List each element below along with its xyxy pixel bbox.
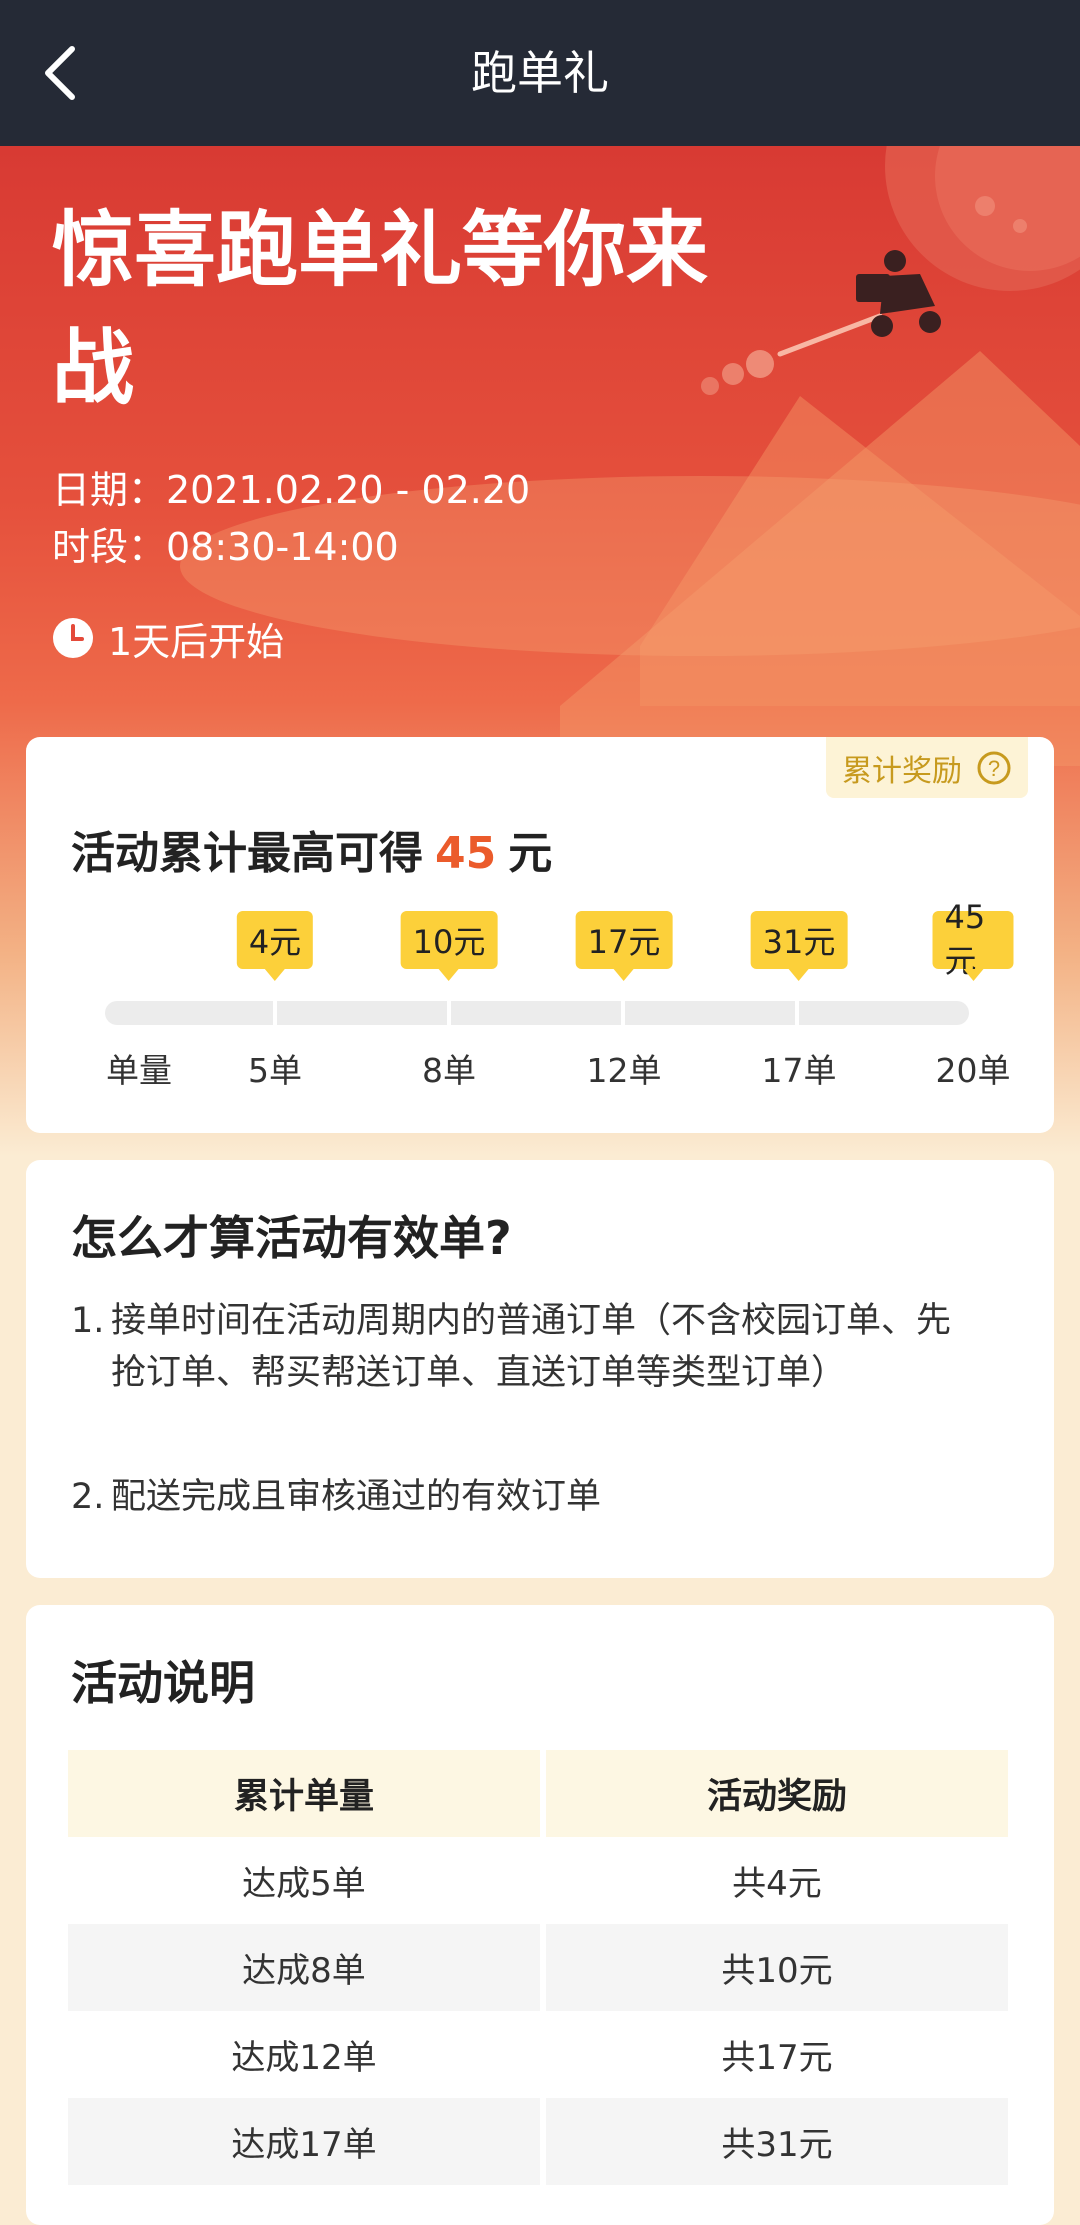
cumulative-reward-badge[interactable]: 累计奖励 ?	[826, 737, 1028, 798]
max-reward-suffix: 元	[508, 828, 553, 879]
table-cell: 达成17单	[68, 2098, 540, 2185]
table-cell: 达成5单	[242, 1864, 366, 1904]
table-cell: 共10元	[546, 1924, 1008, 2011]
milestone-orders-label: 17单	[761, 1051, 837, 1090]
milestone-reward-tag: 17元	[575, 911, 673, 981]
milestone-orders-label: 8单	[422, 1051, 476, 1090]
track-segment	[451, 1001, 621, 1025]
track-segment	[799, 1001, 969, 1025]
table-cell: 达成12单	[231, 2038, 377, 2078]
milestone-reward-tag: 4元	[236, 911, 314, 981]
valid-order-title: 怎么才算活动有效单?	[71, 1211, 512, 1265]
description-title: 活动说明	[71, 1656, 255, 1710]
milestone-reward-tag: 31元	[750, 911, 848, 981]
milestone-orders-label: 20单	[935, 1051, 1011, 1090]
table-header-cell: 累计单量	[68, 1750, 540, 1837]
max-reward-amount: 45	[435, 828, 497, 879]
max-reward-prefix: 活动累计最高可得	[71, 828, 423, 879]
table-row: 达成17单 共31元	[68, 2098, 1036, 2185]
table-cell: 达成8单	[68, 1924, 540, 2011]
milestone-reward-tag: 45元	[932, 898, 1014, 981]
valid-order-rules-card: 怎么才算活动有效单? 1. 接单时间在活动周期内的普通订单（不含校园订单、先抢订…	[26, 1160, 1054, 1578]
rule-item: 2. 配送完成且审核通过的有效订单	[71, 1471, 971, 1523]
milestone-orders-label: 12单	[586, 1051, 662, 1090]
table-header-cell: 活动奖励	[546, 1750, 1008, 1837]
nav-bar: 跑单礼	[0, 0, 1080, 146]
milestone-reward-tag: 10元	[400, 911, 498, 981]
reward-progress-card: 累计奖励 ? 活动累计最高可得 45 元 4元 10元 17元 31元 45元 单量…	[26, 737, 1054, 1133]
activity-date: 日期：2021.02.20 - 02.20	[52, 468, 531, 512]
countdown-text: 1天后开始	[108, 619, 285, 664]
activity-description-card: 活动说明 累计单量 活动奖励 达成5单 共4元 达成8单 共10元 达成12单 …	[26, 1605, 1054, 2225]
help-icon[interactable]: ?	[976, 750, 1012, 786]
reward-table: 累计单量 活动奖励 达成5单 共4元 达成8单 共10元 达成12单 共17元 …	[68, 1750, 1036, 2185]
rule-number: 1.	[71, 1301, 105, 1341]
milestone-orders-label: 5单	[248, 1051, 302, 1090]
rule-item: 1. 接单时间在活动周期内的普通订单（不含校园订单、先抢订单、帮买帮送订单、直送…	[71, 1295, 971, 1399]
max-reward-title: 活动累计最高可得 45 元	[71, 817, 552, 881]
table-row: 达成12单 共17元	[68, 2011, 1036, 2098]
table-cell: 共4元	[732, 1864, 822, 1904]
track-segment	[105, 1001, 273, 1025]
table-cell: 共31元	[546, 2098, 1008, 2185]
table-cell: 共17元	[721, 2038, 833, 2078]
table-row: 达成8单 共10元	[68, 1924, 1036, 2011]
rule-text: 配送完成且审核通过的有效订单	[111, 1477, 602, 1517]
order-count-axis-label: 单量	[106, 1051, 172, 1090]
track-segment	[625, 1001, 795, 1025]
activity-time-slot: 时段：08:30-14:00	[52, 525, 399, 569]
rule-number: 2.	[71, 1477, 105, 1517]
track-segment	[277, 1001, 447, 1025]
countdown-status: 1天后开始	[52, 611, 284, 665]
courier-scooter-icon	[856, 250, 941, 337]
hero-title: 惊喜跑单礼等你来战	[52, 203, 709, 416]
svg-text:?: ?	[988, 756, 1000, 781]
rule-text: 接单时间在活动周期内的普通订单（不含校园订单、先抢订单、帮买帮送订单、直送订单等…	[111, 1301, 952, 1393]
table-row: 达成5单 共4元	[68, 1837, 1036, 1924]
badge-label: 累计奖励	[842, 753, 962, 789]
table-header-row: 累计单量 活动奖励	[68, 1750, 1036, 1837]
clock-icon	[53, 618, 93, 658]
page-title: 跑单礼	[471, 46, 609, 100]
order-progress-track	[105, 1001, 998, 1025]
